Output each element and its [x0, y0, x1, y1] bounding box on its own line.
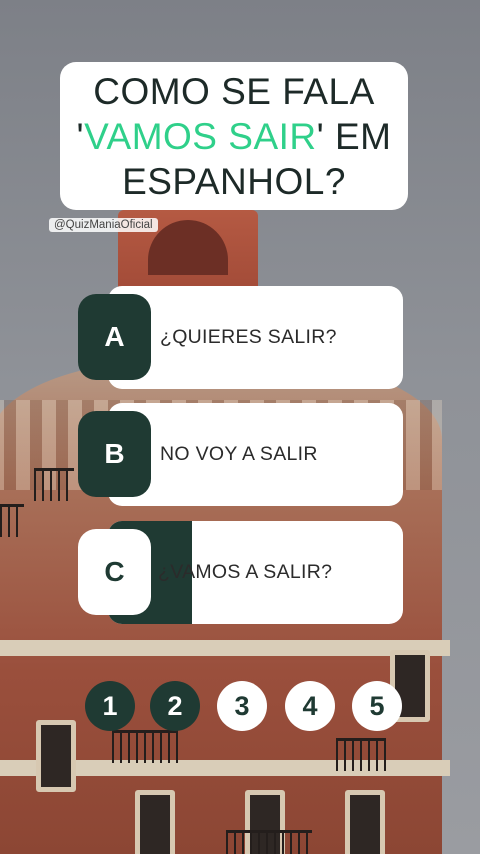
answer-option-c[interactable]: C ¿VAMOS A SALIR? [78, 521, 403, 624]
question-line-1: COMO SE FALA [93, 70, 375, 112]
question-highlight: VAMOS SAIR [84, 115, 317, 157]
balcony-railing [226, 830, 312, 854]
option-letter-badge: B [78, 411, 151, 497]
question-line-3: ESPANHOL? [122, 160, 346, 202]
option-text: ¿QUIERES SALIR? [160, 326, 337, 348]
building-ledge [0, 640, 450, 656]
balcony-railing [0, 504, 24, 537]
timer-step-2: 2 [150, 681, 200, 731]
balcony-railing [336, 738, 386, 771]
quote-close: ' EM [316, 115, 392, 157]
question-card: COMO SE FALA 'VAMOS SAIR' EM ESPANHOL? [60, 62, 408, 210]
timer-step-5: 5 [352, 681, 402, 731]
answer-option-b[interactable]: B NO VOY A SALIR [78, 403, 403, 506]
answer-option-a[interactable]: A ¿QUIERES SALIR? [78, 286, 403, 389]
timer-step-4: 4 [285, 681, 335, 731]
building-window [345, 790, 385, 854]
channel-watermark: @QuizManiaOficial [49, 218, 158, 232]
timer-step-1: 1 [85, 681, 135, 731]
option-text: ¿VAMOS A SALIR? [158, 561, 333, 583]
option-text: NO VOY A SALIR [160, 443, 318, 465]
question-line-2: 'VAMOS SAIR' EM [77, 114, 392, 159]
balcony-railing [34, 468, 74, 501]
option-letter-badge: A [78, 294, 151, 380]
option-letter-badge: C [78, 529, 151, 615]
building-window [135, 790, 175, 854]
balcony-railing [112, 730, 178, 763]
countdown-timer: 1 2 3 4 5 [0, 681, 480, 733]
quote-open: ' [76, 115, 85, 157]
timer-step-3: 3 [217, 681, 267, 731]
